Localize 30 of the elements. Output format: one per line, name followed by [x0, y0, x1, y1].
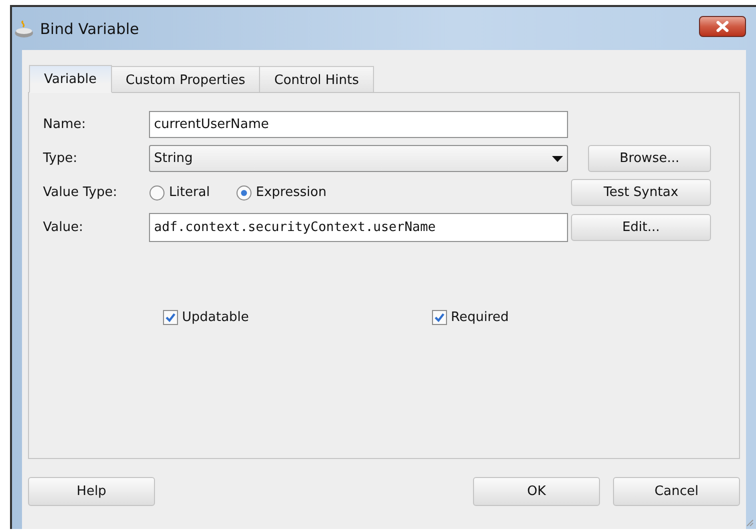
ok-button[interactable]: OK [473, 477, 600, 506]
value-field[interactable]: adf.context.securityContext.userName [149, 213, 568, 242]
window-title: Bind Variable [40, 20, 139, 38]
test-syntax-button[interactable]: Test Syntax [571, 179, 711, 206]
coffee-cup-icon [14, 20, 34, 38]
browse-button[interactable]: Browse... [588, 145, 711, 172]
tab[interactable]: Variable [29, 65, 112, 93]
checkbox[interactable] [163, 310, 178, 325]
radio-label: Literal [169, 185, 210, 200]
field-label: Type: [43, 151, 78, 166]
type-dropdown[interactable]: String [149, 145, 568, 172]
cancel-button[interactable]: Cancel [613, 477, 740, 506]
tab[interactable]: Custom Properties [110, 66, 260, 93]
close-icon [716, 21, 729, 32]
edit-button[interactable]: Edit... [571, 214, 711, 241]
tab[interactable]: Control Hints [259, 66, 374, 93]
field-label: Name: [43, 117, 87, 132]
field-label: Value Type: [43, 185, 118, 200]
name-field[interactable]: currentUserName [149, 111, 568, 138]
checkbox-label: Required [450, 310, 509, 325]
radio-label: Expression [256, 185, 326, 200]
checkbox[interactable] [432, 310, 447, 325]
help-button[interactable]: Help [28, 477, 155, 506]
radio-button[interactable] [236, 184, 252, 200]
field-label: Value: [43, 220, 84, 235]
dropdown-arrow-icon [552, 156, 563, 162]
checkbox-label: Updatable [182, 310, 249, 325]
resize-grip-icon[interactable] [746, 519, 754, 527]
radio-button[interactable] [149, 184, 165, 200]
close-button[interactable] [699, 16, 746, 37]
